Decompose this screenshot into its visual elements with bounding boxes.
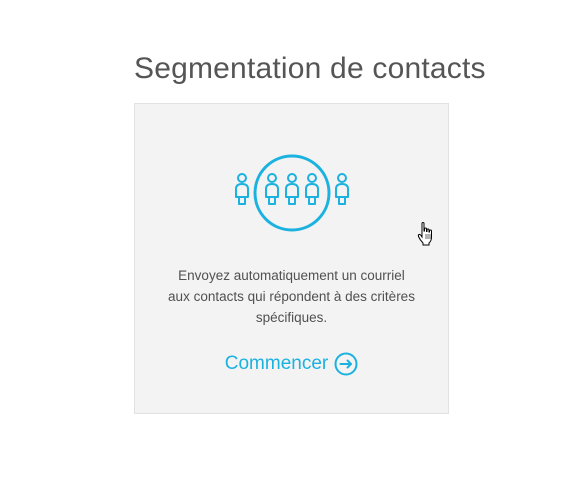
card-description: Envoyez automatiquement un courriel aux … bbox=[145, 265, 438, 328]
people-group-icon bbox=[235, 154, 349, 232]
segmentation-card[interactable]: Envoyez automatiquement un courriel aux … bbox=[134, 103, 449, 414]
start-link-label: Commencer bbox=[224, 353, 329, 374]
hand-cursor-icon bbox=[417, 222, 432, 246]
page-title: Segmentation de contacts bbox=[134, 52, 486, 85]
description-line: spécifiques. bbox=[255, 310, 328, 325]
arrow-right-circle-icon bbox=[334, 352, 358, 376]
description-line: aux contacts qui répondent à des critère… bbox=[168, 289, 415, 304]
description-line: Envoyez automatiquement un courriel bbox=[178, 268, 405, 283]
page: Segmentation de contacts Envoyez automat… bbox=[0, 0, 581, 500]
start-link[interactable]: Commencer bbox=[135, 350, 448, 378]
